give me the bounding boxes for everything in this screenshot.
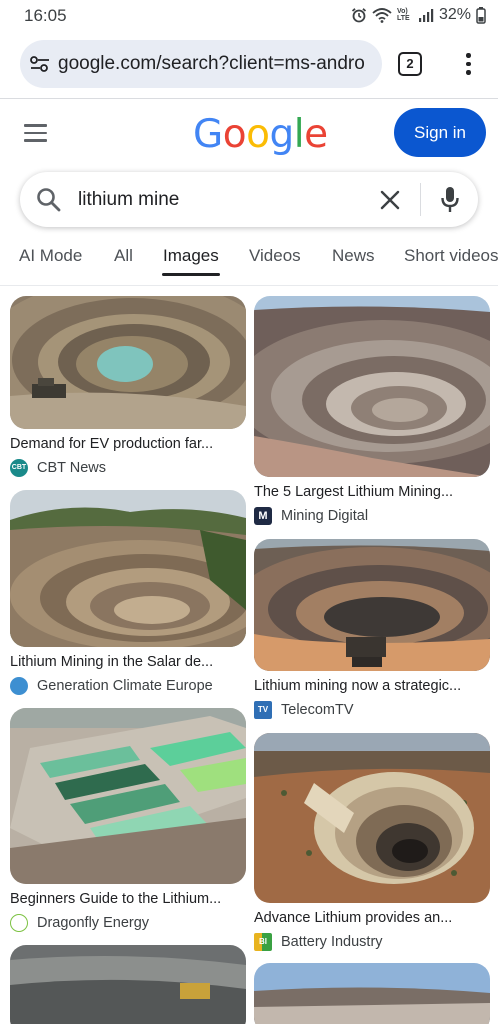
search-icon[interactable] — [36, 187, 62, 213]
status-time: 16:05 — [24, 6, 67, 25]
result-source[interactable]: M Mining Digital — [254, 506, 490, 526]
tabs-divider — [0, 285, 498, 286]
source-name: Mining Digital — [281, 508, 369, 524]
tab-images[interactable]: Images — [163, 246, 219, 266]
result-title[interactable]: Demand for EV production far... — [10, 436, 246, 452]
signal-icon — [418, 8, 434, 22]
logo-letter: G — [193, 112, 223, 157]
search-divider — [420, 183, 421, 216]
clear-icon[interactable] — [380, 190, 400, 210]
cbt-news-favicon: CBT — [10, 459, 28, 477]
source-name: Generation Climate Europe — [37, 678, 213, 694]
dragonfly-favicon — [10, 914, 28, 932]
tab-news[interactable]: News — [332, 246, 375, 266]
toolbar-divider — [0, 98, 498, 99]
search-filter-tabs: AI Mode All Images Videos News Short vid… — [0, 240, 498, 282]
address-bar[interactable]: google.com/search?client=ms-andro — [20, 40, 382, 88]
logo-letter: g — [269, 112, 294, 157]
result-thumbnail[interactable] — [10, 945, 246, 1024]
alarm-icon — [351, 8, 367, 23]
result-thumbnail[interactable] — [10, 490, 246, 647]
result-source[interactable]: TV TelecomTV — [254, 700, 490, 720]
image-result[interactable]: Advance Lithium provides an... BI Batter… — [254, 733, 490, 952]
browser-toolbar: google.com/search?client=ms-andro 2 — [0, 36, 498, 92]
result-source[interactable]: Dragonfly Energy — [10, 913, 246, 933]
result-thumbnail[interactable] — [254, 963, 490, 1024]
menu-icon[interactable] — [24, 124, 48, 142]
image-result[interactable]: The 5 Largest Lithium Mining... M Mining… — [254, 296, 490, 526]
result-title[interactable]: Lithium Mining in the Salar de... — [10, 654, 246, 670]
result-thumbnail[interactable] — [10, 296, 246, 429]
mining-digital-favicon: M — [254, 507, 272, 525]
search-box[interactable]: lithium mine — [20, 172, 478, 227]
source-name: CBT News — [37, 460, 107, 476]
search-input[interactable]: lithium mine — [78, 189, 179, 211]
microphone-icon[interactable] — [440, 186, 460, 214]
tab-all[interactable]: All — [114, 246, 133, 266]
result-source[interactable]: Generation Climate Europe — [10, 676, 246, 696]
result-thumbnail[interactable] — [254, 539, 490, 671]
image-result[interactable]: Lithium Mining in the Salar de... Genera… — [10, 490, 246, 696]
url-text[interactable]: google.com/search?client=ms-andro — [58, 53, 378, 75]
logo-letter: o — [246, 112, 270, 157]
battery-icon — [476, 6, 486, 24]
image-result[interactable]: Beginners Guide to the Lithium... Dragon… — [10, 708, 246, 933]
sign-in-button[interactable]: Sign in — [394, 108, 486, 157]
logo-letter: e — [304, 112, 328, 157]
status-bar: 16:05 Vo) LTE 32% — [0, 0, 498, 32]
battery-percent: 32% — [438, 6, 471, 23]
tab-videos[interactable]: Videos — [249, 246, 301, 266]
status-icons: Vo) LTE 32% — [351, 5, 486, 25]
telecomtv-favicon: TV — [254, 701, 272, 719]
image-result[interactable] — [10, 945, 246, 1024]
logo-letter: l — [293, 112, 305, 157]
result-title[interactable]: Advance Lithium provides an... — [254, 910, 490, 926]
globe-favicon — [10, 677, 28, 695]
active-tab-indicator — [162, 273, 220, 276]
source-name: TelecomTV — [281, 702, 354, 718]
result-thumbnail[interactable] — [10, 708, 246, 884]
result-source[interactable]: CBT CBT News — [10, 458, 246, 478]
browser-menu-icon[interactable] — [458, 50, 478, 78]
logo-letter: o — [222, 112, 247, 157]
tab-ai-mode[interactable]: AI Mode — [19, 246, 82, 266]
tab-switcher-button[interactable]: 2 — [398, 52, 422, 76]
source-name: Battery Industry — [281, 934, 383, 950]
result-title[interactable]: Lithium mining now a strategic... — [254, 678, 490, 694]
result-title[interactable]: The 5 Largest Lithium Mining... — [254, 484, 490, 500]
source-name: Dragonfly Energy — [37, 915, 150, 931]
result-thumbnail[interactable] — [254, 296, 490, 477]
result-source[interactable]: BI Battery Industry — [254, 932, 490, 952]
site-settings-icon[interactable] — [29, 54, 51, 74]
google-logo[interactable]: Google — [193, 112, 328, 157]
wifi-icon — [372, 8, 392, 23]
battery-industry-favicon: BI — [254, 933, 272, 951]
result-title[interactable]: Beginners Guide to the Lithium... — [10, 891, 246, 907]
image-result[interactable]: Demand for EV production far... CBT CBT … — [10, 296, 246, 478]
image-result[interactable] — [254, 963, 490, 1024]
image-result[interactable]: Lithium mining now a strategic... TV Tel… — [254, 539, 490, 720]
result-thumbnail[interactable] — [254, 733, 490, 903]
tab-short-videos[interactable]: Short videos — [404, 246, 498, 266]
volte-label: Vo) LTE — [396, 8, 410, 22]
